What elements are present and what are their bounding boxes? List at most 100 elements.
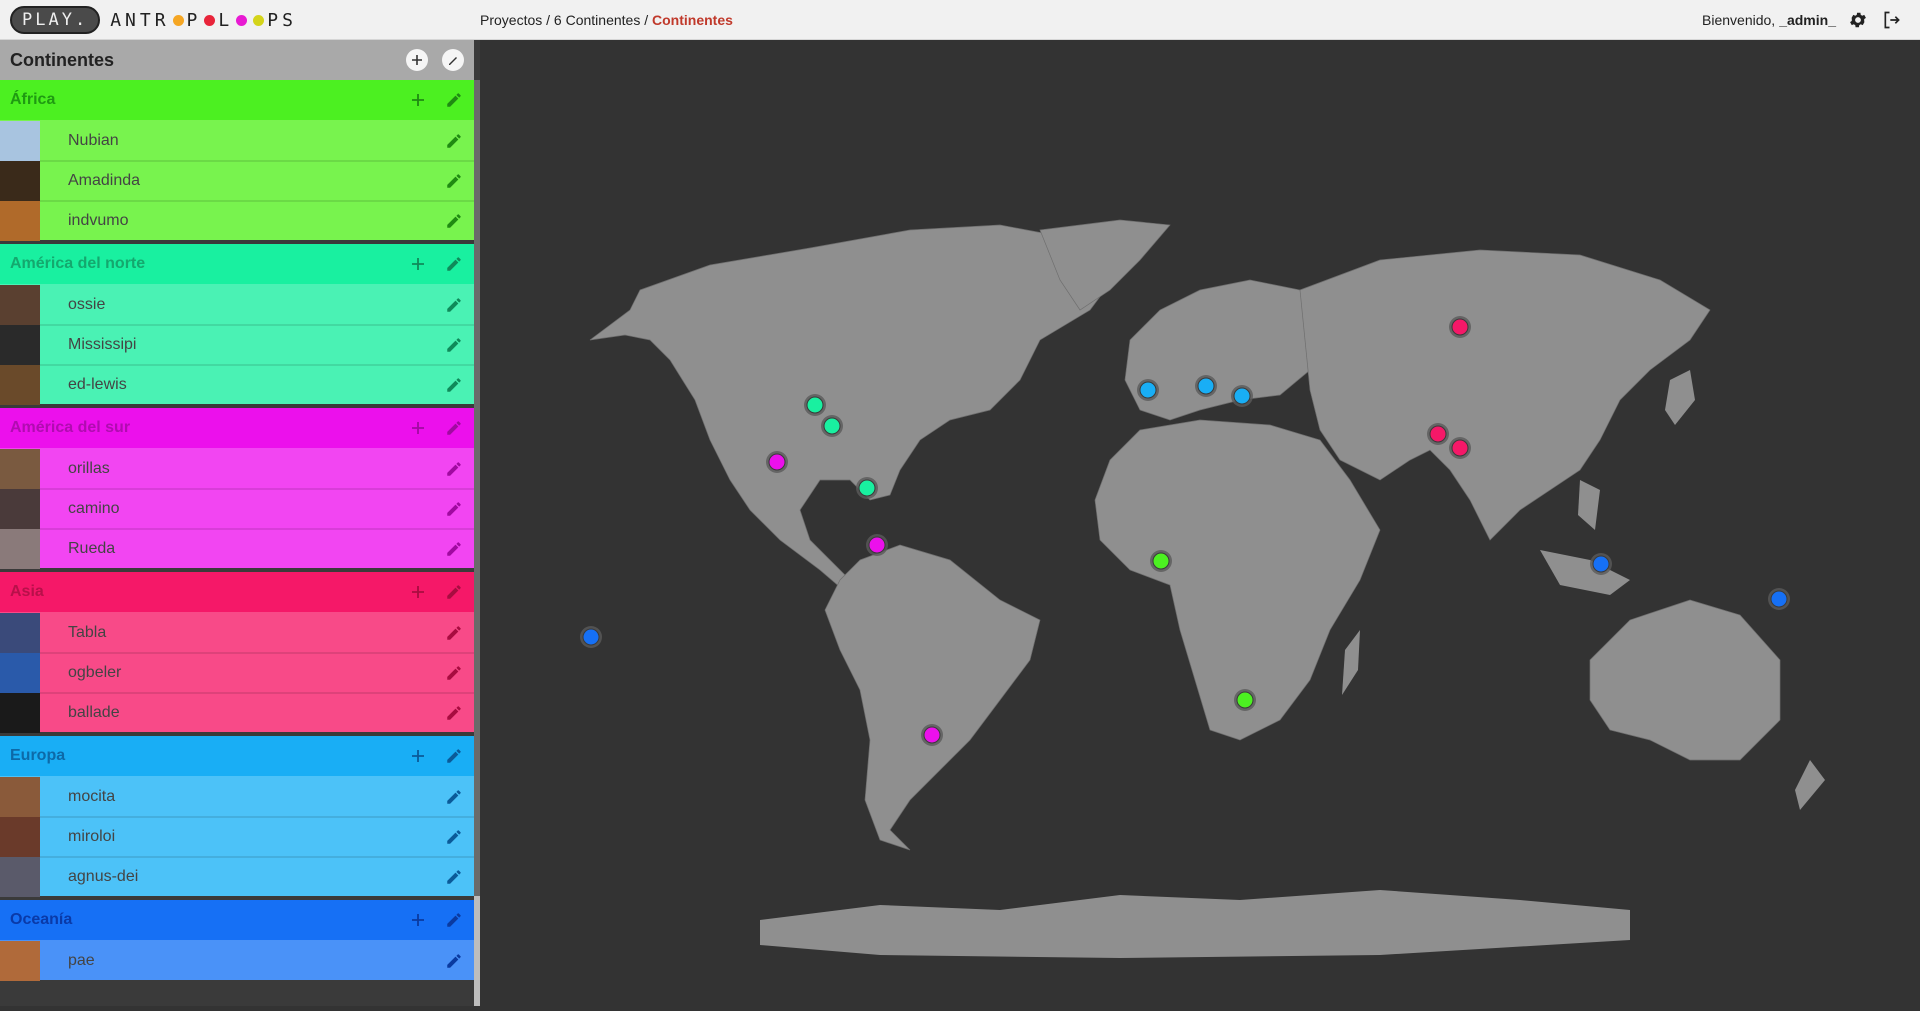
track-item[interactable]: camino — [0, 488, 474, 529]
map-marker[interactable] — [823, 417, 841, 435]
welcome-text: Bienvenido, — [1702, 12, 1776, 28]
pencil-icon — [447, 421, 461, 435]
track-item[interactable]: ed-lewis — [0, 364, 474, 405]
pencil-icon — [447, 666, 461, 680]
track-item[interactable]: ossie — [0, 284, 474, 325]
pencil-icon — [449, 57, 457, 65]
map-marker[interactable] — [1236, 691, 1254, 709]
add-track-button[interactable] — [400, 408, 436, 448]
map-marker[interactable] — [1770, 590, 1788, 608]
logout-icon — [1884, 11, 1900, 29]
track-item[interactable]: Mississipi — [0, 324, 474, 365]
track-item[interactable]: miroloi — [0, 816, 474, 857]
edit-track-button[interactable] — [436, 161, 472, 201]
track-thumbnail — [0, 817, 40, 857]
map-marker[interactable] — [1429, 425, 1447, 443]
add-track-button[interactable] — [400, 900, 436, 940]
add-track-button[interactable] — [400, 736, 436, 776]
edit-track-button[interactable] — [436, 121, 472, 161]
continent-group: África Nubian Amadinda indvumo — [0, 80, 474, 241]
track-item[interactable]: indvumo — [0, 200, 474, 241]
track-item[interactable]: ballade — [0, 692, 474, 733]
edit-track-button[interactable] — [436, 529, 472, 569]
track-name: orillas — [68, 460, 110, 477]
edit-track-button[interactable] — [436, 285, 472, 325]
edit-continent-button[interactable] — [436, 572, 472, 612]
edit-track-button[interactable] — [436, 449, 472, 489]
track-item[interactable]: agnus-dei — [0, 856, 474, 897]
map-marker[interactable] — [1451, 439, 1469, 457]
continent-header[interactable]: Oceanía — [0, 900, 474, 940]
logo-play: PLAY. — [10, 6, 101, 34]
pencil-icon — [447, 214, 461, 228]
add-track-button[interactable] — [400, 572, 436, 612]
add-track-button[interactable] — [400, 244, 436, 284]
track-item[interactable]: ogbeler — [0, 652, 474, 693]
track-item[interactable]: pae — [0, 940, 474, 981]
map-marker[interactable] — [1152, 552, 1170, 570]
breadcrumb-separator: / — [640, 12, 652, 28]
edit-track-button[interactable] — [436, 817, 472, 857]
add-continent-button[interactable] — [406, 49, 428, 71]
map-marker[interactable] — [1197, 377, 1215, 395]
track-thumbnail — [0, 653, 40, 693]
map-marker[interactable] — [923, 726, 941, 744]
continent-header[interactable]: Europa — [0, 736, 474, 776]
edit-track-button[interactable] — [436, 693, 472, 733]
map-marker[interactable] — [806, 396, 824, 414]
track-thumbnail — [0, 693, 40, 733]
map-marker[interactable] — [1592, 555, 1610, 573]
pencil-icon — [447, 954, 461, 968]
map-marker[interactable] — [582, 628, 600, 646]
track-thumbnail — [0, 449, 40, 489]
edit-continent-button[interactable] — [436, 244, 472, 284]
settings-button[interactable] — [1846, 8, 1870, 32]
new-zealand-landmass — [1795, 760, 1825, 810]
continent-header[interactable]: América del norte — [0, 244, 474, 284]
map-marker[interactable] — [768, 453, 786, 471]
breadcrumb-project[interactable]: 6 Continentes — [554, 12, 640, 28]
breadcrumb-projects[interactable]: Proyectos — [480, 12, 542, 28]
edit-continent-button[interactable] — [436, 80, 472, 120]
app-logo[interactable]: PLAY. ANT R P L P S — [10, 6, 297, 34]
track-item[interactable]: Nubian — [0, 120, 474, 161]
breadcrumb: Proyectos / 6 Continentes / Continentes — [480, 12, 733, 28]
map-marker[interactable] — [1139, 381, 1157, 399]
add-track-button[interactable] — [400, 80, 436, 120]
map-marker[interactable] — [1451, 318, 1469, 336]
edit-track-button[interactable] — [436, 365, 472, 405]
continent-header[interactable]: África — [0, 80, 474, 120]
track-item[interactable]: orillas — [0, 448, 474, 489]
world-map-svg — [580, 219, 1825, 958]
track-thumbnail — [0, 777, 40, 817]
edit-continent-button[interactable] — [436, 900, 472, 940]
world-map[interactable] — [480, 40, 1920, 1006]
edit-track-button[interactable] — [436, 857, 472, 897]
edit-track-button[interactable] — [436, 613, 472, 653]
breadcrumb-separator: / — [542, 12, 554, 28]
edit-track-button[interactable] — [436, 777, 472, 817]
track-thumbnail — [0, 613, 40, 653]
track-name: miroloi — [68, 828, 116, 845]
map-marker[interactable] — [858, 479, 876, 497]
map-marker[interactable] — [1233, 387, 1251, 405]
edit-track-button[interactable] — [436, 653, 472, 693]
track-item[interactable]: mocita — [0, 776, 474, 817]
edit-project-button[interactable] — [442, 49, 464, 71]
edit-track-button[interactable] — [436, 325, 472, 365]
track-item[interactable]: Amadinda — [0, 160, 474, 201]
edit-track-button[interactable] — [436, 941, 472, 981]
edit-continent-button[interactable] — [436, 736, 472, 776]
track-item[interactable]: Rueda — [0, 528, 474, 569]
track-item[interactable]: Tabla — [0, 612, 474, 653]
map-marker[interactable] — [868, 536, 886, 554]
edit-track-button[interactable] — [436, 201, 472, 241]
edit-continent-button[interactable] — [436, 408, 472, 448]
track-thumbnail — [0, 161, 40, 201]
pencil-icon — [447, 462, 461, 476]
continent-header[interactable]: Asia — [0, 572, 474, 612]
pencil-icon — [447, 870, 461, 884]
logout-button[interactable] — [1880, 8, 1904, 32]
continent-header[interactable]: América del sur — [0, 408, 474, 448]
edit-track-button[interactable] — [436, 489, 472, 529]
